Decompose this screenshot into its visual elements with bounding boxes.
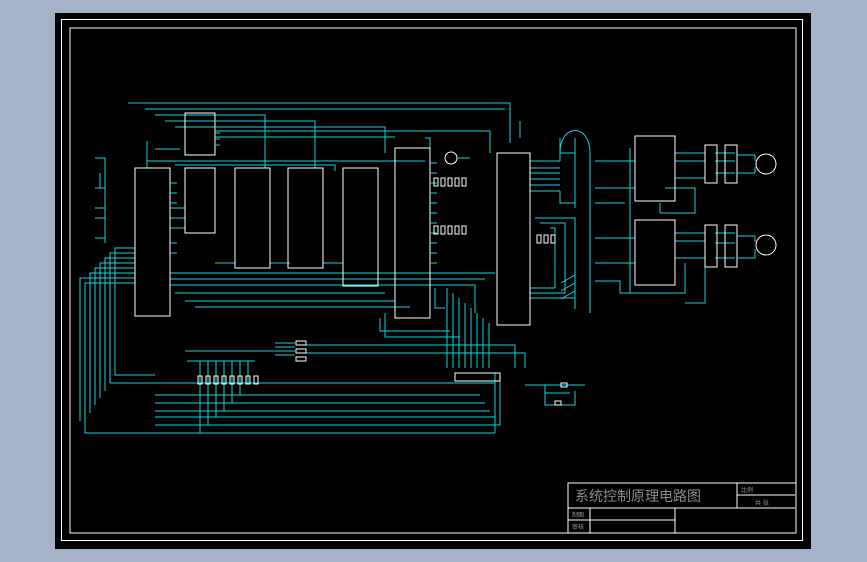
chip-driver-2 <box>634 219 676 286</box>
chip-u6 <box>394 147 431 319</box>
chip-buffer-3 <box>704 224 718 268</box>
chip-u2 <box>184 167 216 234</box>
inner-border <box>69 27 797 534</box>
chip-layer <box>134 112 738 382</box>
connector-bus <box>454 372 501 382</box>
chip-u3 <box>234 167 271 269</box>
drawn-by-label: 制图 <box>572 512 585 519</box>
chip-buffer-2 <box>724 144 738 184</box>
chip-buffer-1 <box>704 144 718 184</box>
chip-driver-1 <box>634 135 676 202</box>
chip-u5 <box>342 167 379 287</box>
chip-u1 <box>184 112 216 156</box>
sheet-label: 共 张 <box>755 500 769 507</box>
motor-1-icon <box>755 153 777 175</box>
chip-mcu <box>134 167 171 317</box>
schematic-canvas <box>69 27 797 534</box>
drawing-sheet: 系统控制原理电路图 比例 共 张 制图 审核 <box>55 13 811 549</box>
review-label: 审核 <box>572 524 585 531</box>
resistor-arrays <box>197 177 568 406</box>
chip-buffer-4 <box>724 224 738 268</box>
wire-layer <box>79 102 735 434</box>
chip-u4 <box>287 167 324 269</box>
scale-label: 比例 <box>741 487 754 494</box>
motor-2-icon <box>755 234 777 256</box>
speaker-icon <box>444 151 458 165</box>
drawing-title: 系统控制原理电路图 <box>575 489 701 505</box>
pin-stubs <box>170 120 437 264</box>
chip-u7 <box>496 152 531 326</box>
